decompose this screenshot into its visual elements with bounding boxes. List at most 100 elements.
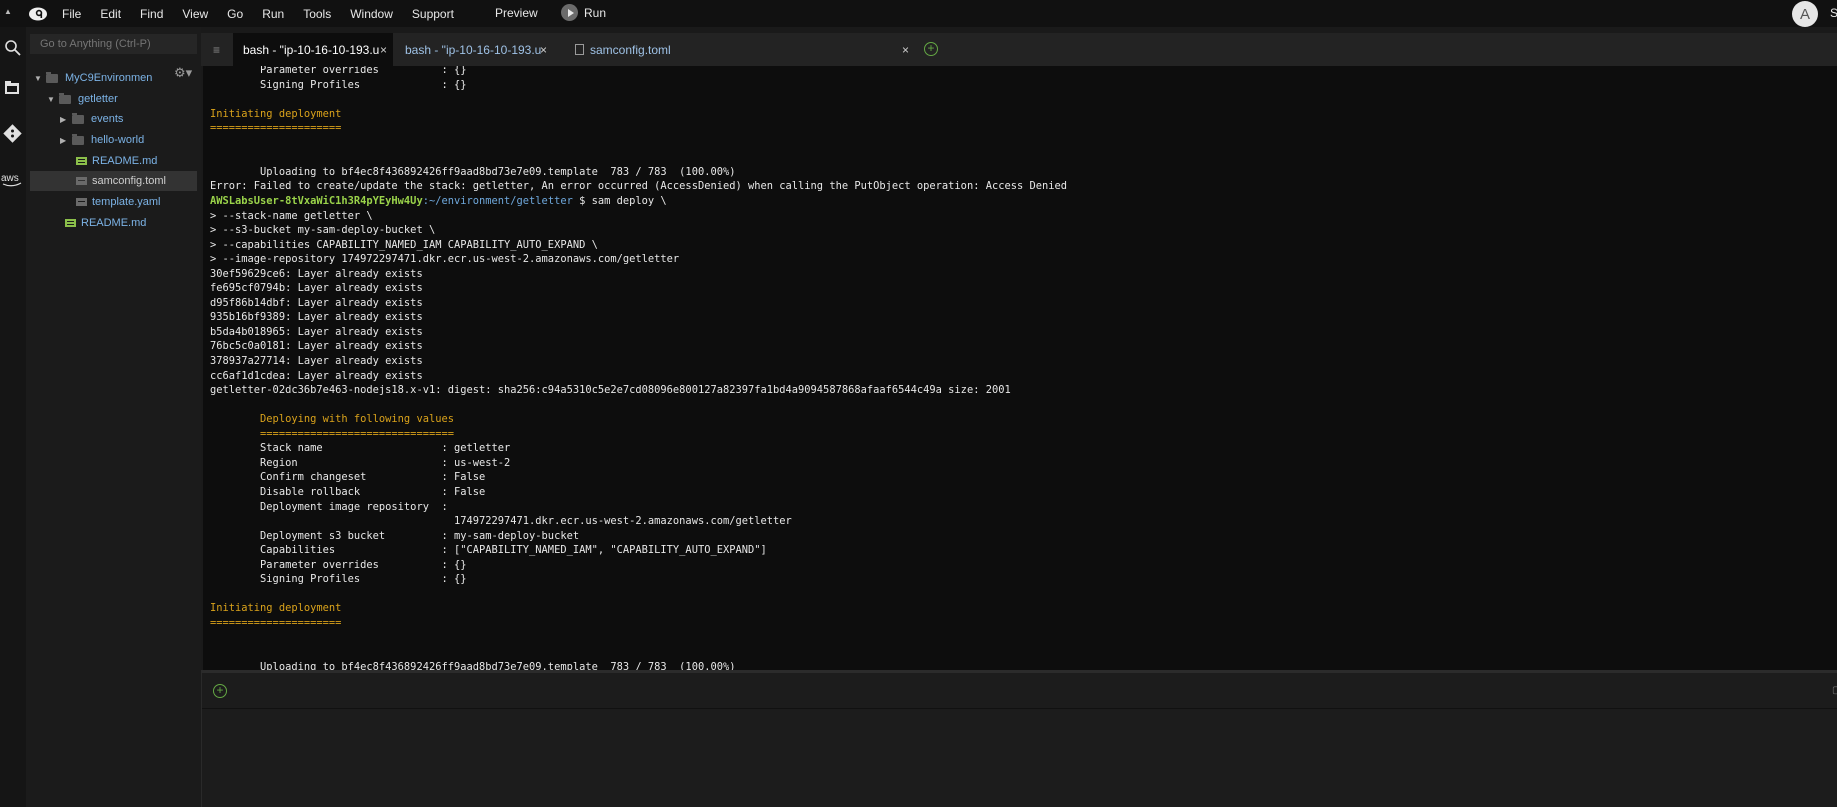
terminal-text: 174972297471.dkr.ecr.us-west-2.amazonaws… [210, 515, 792, 528]
chevron-right-icon: ▶ [60, 135, 67, 145]
collapse-menu-icon[interactable]: ▲ [4, 7, 12, 16]
terminal-text: Signing Profiles : {} [210, 573, 467, 586]
chevron-down-icon: ▼ [47, 94, 55, 104]
terminal-text: > --s3-bucket my-sam-deploy-bucket \ [210, 224, 436, 237]
tree-item-samconfig[interactable]: samconfig.toml [30, 171, 197, 191]
goto-anything-input[interactable] [30, 34, 197, 54]
terminal-line: 935b16bf9389: Layer already exists [210, 310, 423, 324]
terminal-text: Error: Failed to create/update the stack… [210, 180, 1068, 193]
file-icon [76, 177, 87, 185]
tree-item-hello-world[interactable]: ▶ hello-world [60, 130, 144, 150]
terminal-text: Stack name : getletter [210, 442, 511, 455]
terminal-text: fe695cf0794b: Layer already exists [210, 282, 423, 295]
folder-icon [72, 112, 84, 124]
folder-icon [72, 133, 84, 145]
menu-bar: ▲ File Edit Find View Go Run Tools Windo… [0, 0, 1837, 27]
markdown-file-icon [76, 157, 87, 165]
tree-item-template[interactable]: template.yaml [76, 192, 160, 212]
chevron-down-icon: ▼ [34, 73, 42, 83]
tree-item-label: samconfig.toml [92, 175, 166, 187]
terminal-line: > --image-repository 174972297471.dkr.ec… [210, 252, 679, 266]
divider [202, 708, 1837, 709]
terminal-text: ===================== [210, 616, 342, 629]
terminal-line: Error: Failed to create/update the stack… [210, 179, 1067, 193]
tree-item-label: MyC9Environmen [65, 72, 153, 84]
run-button[interactable]: Run [561, 4, 606, 21]
terminal-line: Parameter overrides : {} [210, 66, 466, 77]
tree-item-root[interactable]: ▼ MyC9Environmen [34, 68, 152, 88]
gear-icon[interactable]: ⚙▾ [174, 65, 192, 81]
tree-item-readme-outer[interactable]: README.md [65, 213, 146, 233]
terminal-text: Parameter overrides : {} [210, 66, 467, 76]
avatar[interactable]: A [1792, 1, 1818, 27]
menu-icon[interactable]: ≡ [213, 43, 220, 57]
terminal-line: Parameter overrides : {} [210, 558, 466, 572]
terminal-text: Disable rollback : False [210, 485, 486, 498]
aws-icon[interactable]: aws [0, 168, 24, 190]
close-icon[interactable]: × [540, 43, 547, 57]
terminal-text: Deploying with following values [210, 413, 454, 426]
terminal-output[interactable]: Parameter overrides : {} Signing Profile… [203, 66, 1837, 670]
terminal-text: Deployment s3 bucket : my-sam-deploy-buc… [210, 529, 580, 542]
tree-item-label: template.yaml [92, 196, 161, 208]
tab-bash-2[interactable]: bash - "ip-10-16-10-193.u × [395, 33, 555, 66]
terminal-text: 378937a27714: Layer already exists [210, 355, 423, 367]
menu-tools[interactable]: Tools [303, 7, 331, 21]
folder-icon [46, 71, 58, 83]
files-icon[interactable] [2, 78, 24, 100]
terminal-text: Uploading to bf4ec8f436892426ff9aad8bd73… [210, 660, 736, 670]
tree-item-getletter[interactable]: ▼ getletter [47, 89, 118, 109]
preview-button[interactable]: Preview [495, 6, 538, 20]
tree-item-readme-inner[interactable]: README.md [76, 151, 157, 171]
menu-window[interactable]: Window [350, 7, 393, 21]
tab-samconfig[interactable]: samconfig.toml × [565, 33, 915, 66]
tab-label: samconfig.toml [590, 42, 671, 57]
terminal-text: > --capabilities CAPABILITY_NAMED_IAM CA… [210, 238, 598, 251]
tree-item-label: getletter [78, 93, 118, 105]
terminal-line: Deploying with following values [210, 412, 454, 426]
share-button[interactable]: S [1830, 6, 1837, 20]
terminal-line: 378937a27714: Layer already exists [210, 354, 423, 368]
terminal-line: 174972297471.dkr.ecr.us-west-2.amazonaws… [210, 514, 792, 528]
terminal-line: 76bc5c0a0181: Layer already exists [210, 339, 423, 353]
search-icon[interactable] [2, 37, 24, 59]
terminal-line: ===================== [210, 616, 341, 630]
menu-file[interactable]: File [62, 7, 81, 21]
terminal-text: Confirm changeset : False [210, 471, 486, 484]
prompt-command: $ sam deploy \ [572, 194, 667, 207]
cloud9-logo-icon[interactable] [28, 4, 48, 22]
terminal-text: 30ef59629ce6: Layer already exists [210, 267, 423, 280]
terminal-line: Deployment image repository : [210, 500, 454, 514]
add-tab-icon[interactable]: + [924, 42, 938, 56]
tree-item-label: events [91, 113, 124, 125]
terminal-line: Uploading to bf4ec8f436892426ff9aad8bd73… [210, 165, 735, 179]
panel-menu-icon[interactable]: ▢ [1832, 685, 1837, 696]
tree-item-events[interactable]: ▶ events [60, 109, 123, 129]
close-icon[interactable]: × [380, 43, 387, 57]
terminal-text: Capabilities : ["CAPABILITY_NAMED_IAM", … [210, 544, 767, 557]
terminal-text: > --image-repository 174972297471.dkr.ec… [210, 253, 680, 266]
add-tab-icon[interactable]: + [213, 684, 227, 698]
file-tree-panel: ⚙▾ ▼ MyC9Environmen ▼ getletter ▶ events… [26, 27, 201, 807]
bottom-panel: + ▢ [201, 673, 1837, 807]
close-icon[interactable]: × [902, 43, 909, 57]
terminal-line: Capabilities : ["CAPABILITY_NAMED_IAM", … [210, 543, 767, 557]
markdown-file-icon [65, 219, 76, 227]
terminal-text: Parameter overrides : {} [210, 558, 467, 571]
folder-icon [59, 92, 71, 104]
menu-run[interactable]: Run [262, 7, 284, 21]
terminal-line: Uploading to bf4ec8f436892426ff9aad8bd73… [210, 660, 735, 670]
git-icon[interactable] [2, 123, 24, 145]
terminal-line: > --stack-name getletter \ [210, 209, 373, 223]
tab-bash-1[interactable]: bash - "ip-10-16-10-193.u × [233, 33, 393, 66]
menu-edit[interactable]: Edit [100, 7, 121, 21]
menu-view[interactable]: View [182, 7, 208, 21]
terminal-line: AWSLabsUser-8tVxaWiC1h3R4pYEyHw4Uy:~/env… [210, 194, 667, 208]
terminal-text: Uploading to bf4ec8f436892426ff9aad8bd73… [210, 165, 736, 178]
menu-support[interactable]: Support [412, 7, 454, 21]
menu-go[interactable]: Go [227, 7, 243, 21]
terminal-text: getletter-02dc36b7e463-nodejs18.x-v1: di… [210, 384, 1011, 397]
menu-items: File Edit Find View Go Run Tools Window … [62, 0, 473, 27]
tree-item-label: hello-world [91, 134, 145, 146]
menu-find[interactable]: Find [140, 7, 163, 21]
